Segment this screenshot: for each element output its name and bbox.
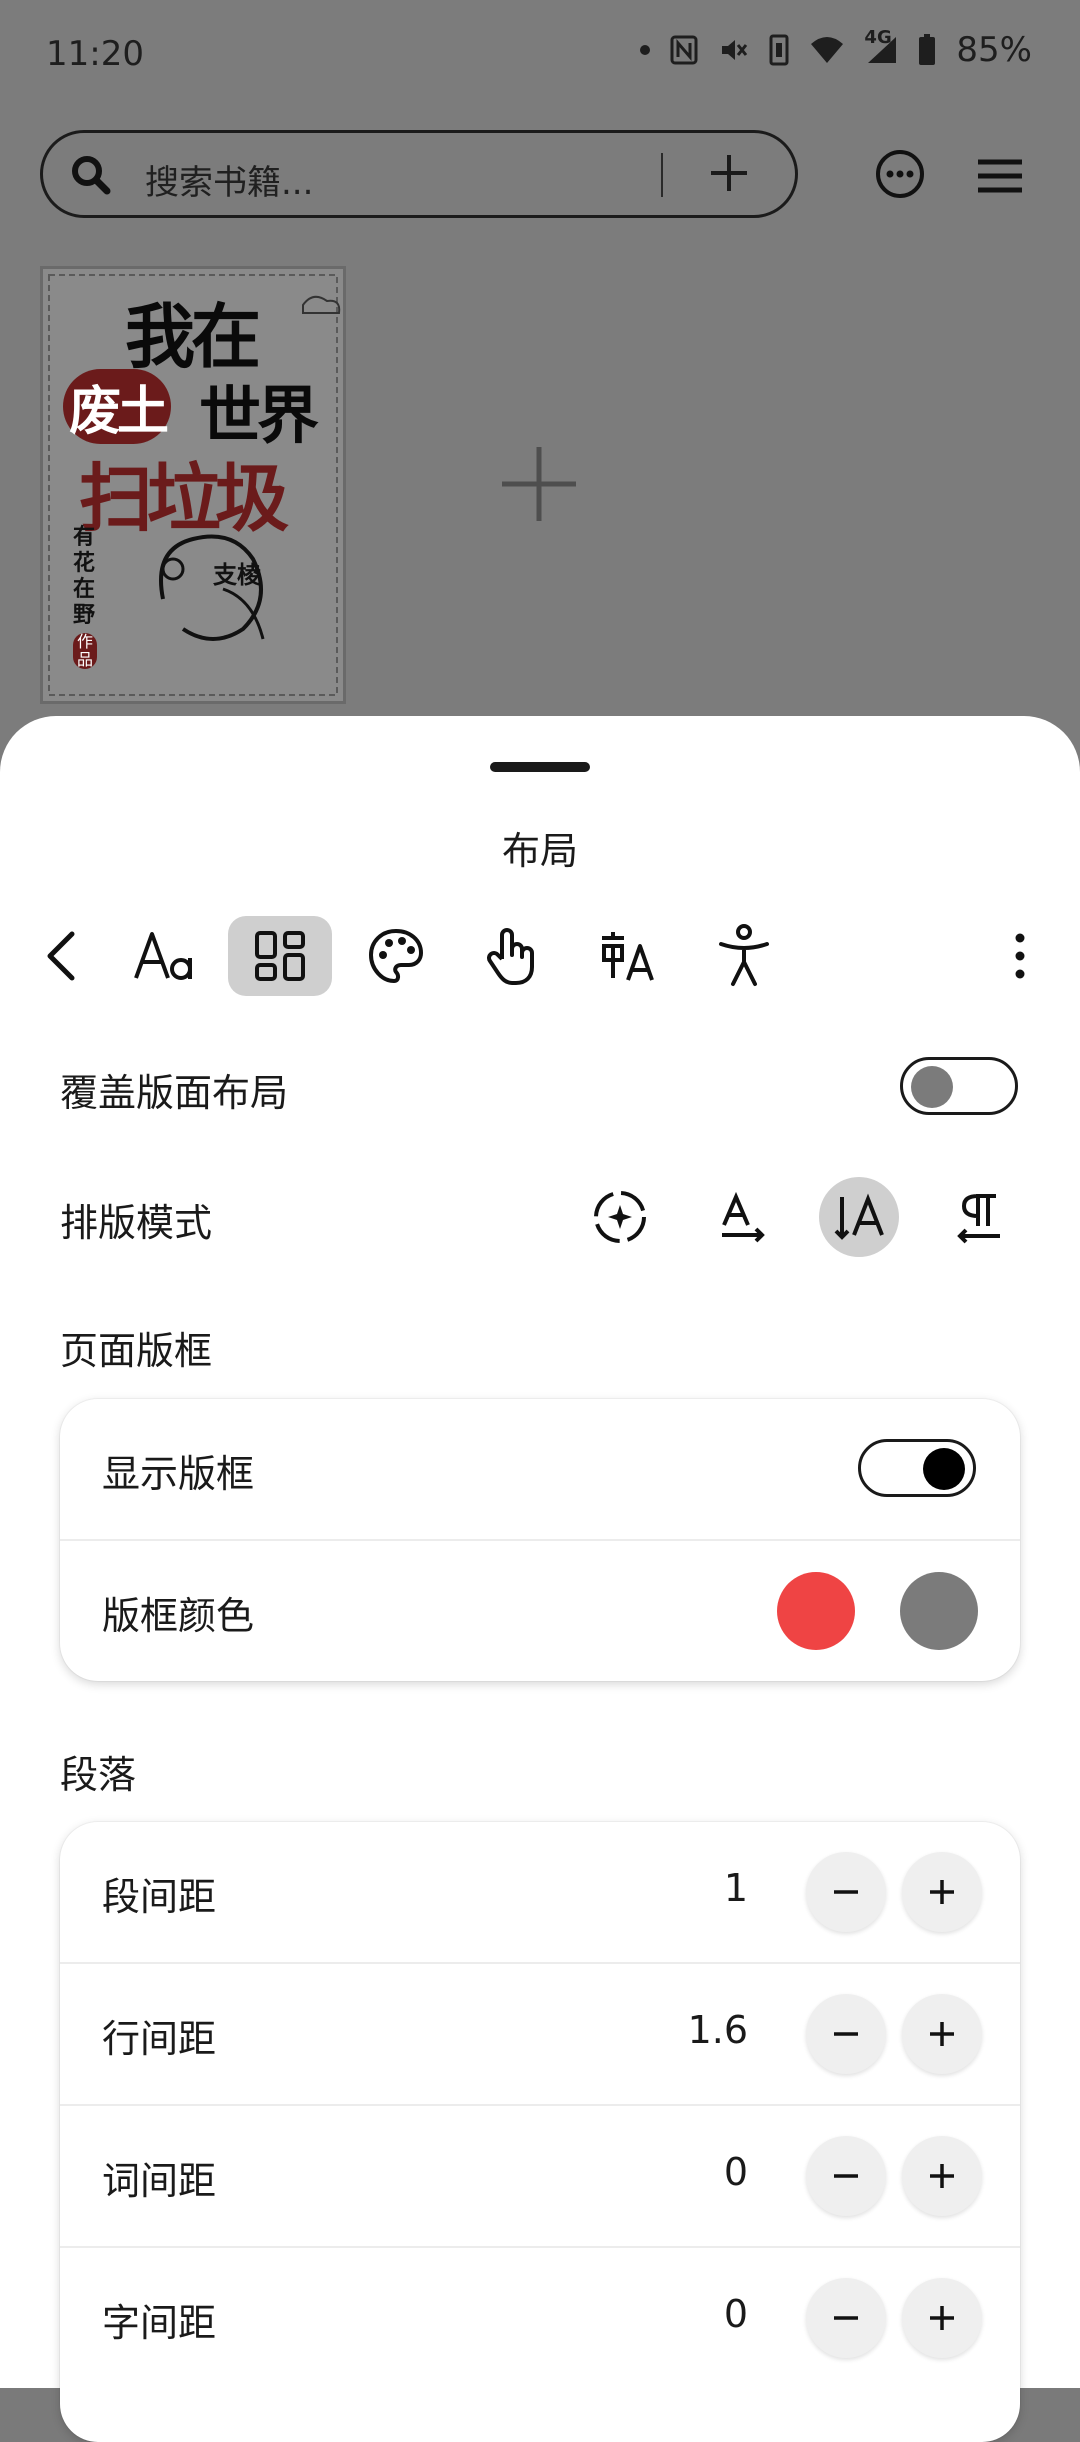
letter-spacing-decrease-button[interactable] <box>806 2278 886 2358</box>
mute-icon <box>718 35 748 65</box>
battery-level: 85% <box>956 30 1032 70</box>
toggle-knob <box>923 1448 965 1490</box>
letter-spacing-value: 0 <box>723 2292 748 2336</box>
book-title-tag: 废土 <box>63 369 172 444</box>
dot-icon <box>640 45 651 55</box>
minus-icon <box>834 2316 858 2320</box>
touch-icon[interactable] <box>460 916 564 996</box>
sheet-drag-handle[interactable] <box>490 762 590 772</box>
translate-icon[interactable] <box>576 916 680 996</box>
more-vertical-icon[interactable] <box>968 916 1072 996</box>
nfc-icon <box>670 35 698 65</box>
line-spacing-value: 1.6 <box>687 2008 748 2052</box>
show-frame-label: 显示版框 <box>102 1452 255 1496</box>
show-frame-row: 显示版框 <box>60 1399 1020 1541</box>
plus-icon <box>930 2022 954 2046</box>
word-spacing-row: 词间距 0 <box>60 2106 1020 2248</box>
book-badge: 支棱 <box>213 561 261 589</box>
frame-color-gray-swatch[interactable] <box>900 1572 978 1650</box>
frame-color-red-swatch[interactable] <box>777 1572 855 1650</box>
add-icon[interactable] <box>703 147 755 203</box>
line-spacing-label: 行间距 <box>102 2017 217 2061</box>
book-cover[interactable]: 我在 废土 世界 扫垃圾 有花在野 作品 支棱 <box>40 266 346 704</box>
wifi-icon <box>810 36 844 64</box>
search-icon <box>67 151 115 203</box>
menu-icon[interactable] <box>976 156 1024 200</box>
line-spacing-row: 行间距 1.6 <box>60 1964 1020 2106</box>
typeset-mode-label: 排版模式 <box>60 1201 213 1245</box>
signal-icon: 4G <box>864 27 898 65</box>
add-book-icon[interactable] <box>500 445 578 527</box>
frame-color-label: 版框颜色 <box>102 1594 255 1638</box>
letter-spacing-increase-button[interactable] <box>902 2278 982 2358</box>
network-type: 4G <box>864 27 892 48</box>
search-bar[interactable]: 搜索书籍... <box>40 130 798 218</box>
paragraph-spacing-value: 1 <box>723 1866 748 1910</box>
toggle-knob <box>911 1066 953 1108</box>
search-input[interactable]: 搜索书籍... <box>145 155 313 204</box>
layout-icon[interactable] <box>228 916 332 996</box>
book-author: 有花在野 <box>73 525 96 628</box>
palette-icon[interactable] <box>344 916 448 996</box>
word-spacing-decrease-button[interactable] <box>806 2136 886 2216</box>
page-frame-section-title: 页面版框 <box>60 1329 213 1373</box>
override-layout-label: 覆盖版面布局 <box>60 1071 289 1115</box>
auto-icon[interactable] <box>580 1177 660 1257</box>
more-horizontal-icon[interactable] <box>874 148 926 204</box>
word-spacing-increase-button[interactable] <box>902 2136 982 2216</box>
vertical-text-icon[interactable] <box>819 1177 899 1257</box>
frame-color-row: 版框颜色 <box>60 1541 1020 1681</box>
font-icon[interactable] <box>112 916 216 996</box>
minus-icon <box>834 2032 858 2036</box>
paragraph-spacing-row: 段间距 1 <box>60 1822 1020 1964</box>
plus-icon <box>930 2164 954 2188</box>
settings-toolbar <box>0 906 1080 1006</box>
search-divider <box>661 153 663 197</box>
paragraph-spacing-decrease-button[interactable] <box>806 1852 886 1932</box>
book-author-suffix: 作品 <box>73 633 97 669</box>
back-icon[interactable] <box>10 916 114 996</box>
vibrate-icon <box>768 34 790 66</box>
minus-icon <box>834 1890 858 1894</box>
letter-spacing-label: 字间距 <box>102 2301 217 2345</box>
horizontal-text-icon[interactable] <box>702 1177 782 1257</box>
plus-icon <box>930 2306 954 2330</box>
status-time: 11:20 <box>46 34 144 74</box>
rtl-paragraph-icon[interactable] <box>939 1177 1019 1257</box>
show-frame-toggle[interactable] <box>858 1439 976 1497</box>
letter-spacing-row: 字间距 0 <box>60 2248 1020 2388</box>
plus-icon <box>930 1880 954 1904</box>
line-spacing-increase-button[interactable] <box>902 1994 982 2074</box>
accessibility-icon[interactable] <box>692 916 796 996</box>
page-frame-card: 显示版框 版框颜色 <box>60 1399 1020 1681</box>
override-layout-toggle[interactable] <box>900 1057 1018 1115</box>
book-title-line3: 扫垃圾 <box>79 456 289 542</box>
paragraph-card: 段间距 1 行间距 1.6 词间距 0 字间距 0 <box>60 1822 1020 2442</box>
status-bar: 11:20 4G 85% <box>0 0 1080 110</box>
paragraph-spacing-increase-button[interactable] <box>902 1852 982 1932</box>
sheet-title: 布局 <box>501 829 578 873</box>
layout-settings-sheet: 布局 覆盖版面布局 排版模式 页面版框 显示版框 版框颜色 段落 段间距 1 行… <box>0 716 1080 2442</box>
status-icons: 4G 85% <box>640 27 1032 70</box>
line-spacing-decrease-button[interactable] <box>806 1994 886 2074</box>
word-spacing-value: 0 <box>723 2150 748 2194</box>
paragraph-spacing-label: 段间距 <box>102 1875 217 1919</box>
paragraph-section-title: 段落 <box>60 1753 137 1797</box>
word-spacing-label: 词间距 <box>102 2159 217 2203</box>
battery-icon <box>918 34 936 66</box>
minus-icon <box>834 2174 858 2178</box>
